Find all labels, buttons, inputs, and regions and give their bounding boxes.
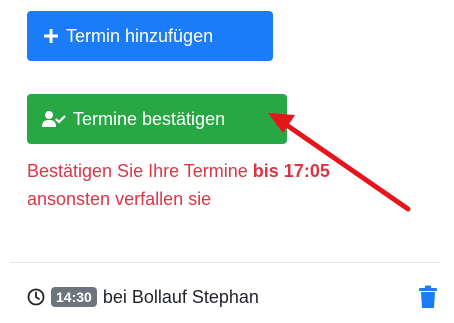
confirm-appointments-button[interactable]: Termine bestätigen: [27, 94, 287, 144]
appointment-row: 14:30 bei Bollauf Stephan: [27, 284, 259, 310]
plus-icon: [43, 28, 59, 44]
clock-icon: [27, 288, 45, 306]
confirm-appointments-label: Termine bestätigen: [73, 108, 226, 129]
add-appointment-button[interactable]: Termin hinzufügen: [27, 11, 273, 61]
appointment-text: bei Bollauf Stephan: [102, 286, 259, 307]
trash-icon[interactable]: [418, 285, 438, 309]
warning-text-1: Bestätigen Sie Ihre Termine: [27, 161, 253, 181]
warning-deadline: bis 17:05: [252, 161, 330, 181]
add-appointment-label: Termin hinzufügen: [66, 25, 214, 46]
user-check-icon: [42, 110, 66, 128]
time-badge: 14:30: [51, 287, 97, 307]
warning-text-2: ansonsten verfallen sie: [27, 189, 212, 209]
divider: [10, 262, 440, 263]
confirmation-warning: Bestätigen Sie Ihre Termine bis 17:05 an…: [27, 157, 437, 213]
